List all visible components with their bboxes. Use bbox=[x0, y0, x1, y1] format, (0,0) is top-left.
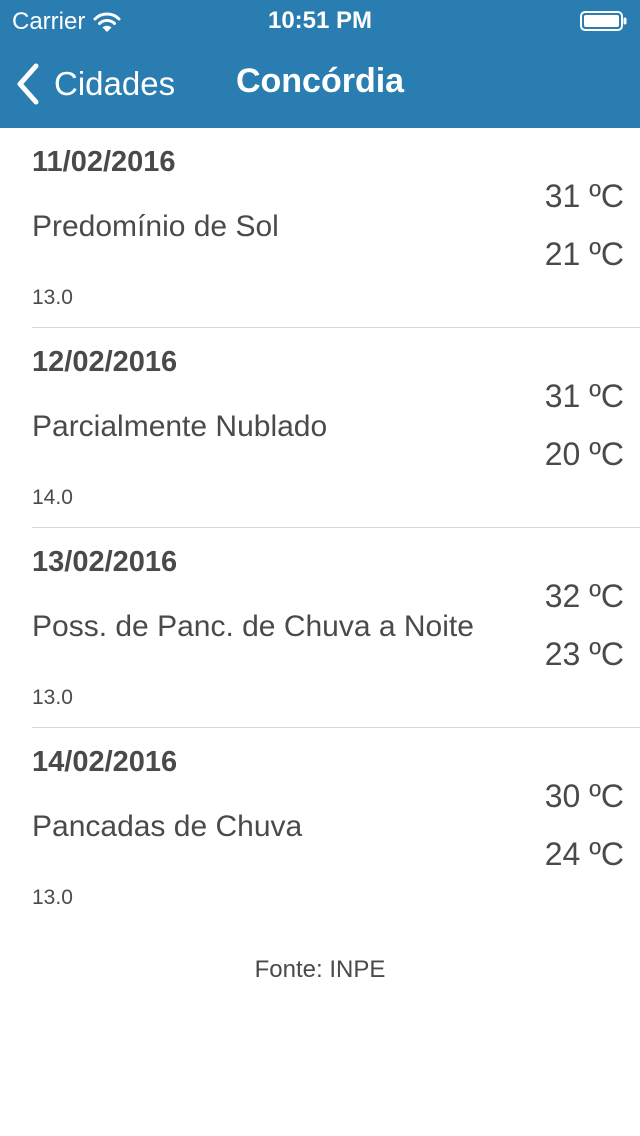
navigation-bar: Cidades Concórdia bbox=[0, 40, 640, 128]
forecast-min-temp: 20 ºC bbox=[544, 436, 624, 472]
forecast-min-temp: 21 ºC bbox=[544, 236, 624, 272]
forecast-list: 11/02/2016 Predomínio de Sol 13.0 31 ºC … bbox=[0, 128, 640, 928]
forecast-max-temp: 32 ºC bbox=[544, 578, 624, 614]
forecast-max-temp: 31 ºC bbox=[544, 378, 624, 414]
header: Carrier 10:51 PM Cidades Concórdia bbox=[0, 0, 640, 128]
forecast-date: 12/02/2016 bbox=[32, 346, 178, 378]
forecast-description: Predomínio de Sol bbox=[32, 210, 279, 243]
source-footer: Fonte: INPE bbox=[254, 956, 386, 983]
page-title: Concórdia bbox=[235, 62, 405, 100]
forecast-max-temp: 31 ºC bbox=[544, 178, 624, 214]
forecast-row[interactable]: 12/02/2016 Parcialmente Nublado 14.0 31 … bbox=[32, 328, 640, 528]
status-bar: Carrier 10:51 PM bbox=[0, 0, 640, 40]
forecast-max-temp: 30 ºC bbox=[544, 778, 624, 814]
forecast-row[interactable]: 14/02/2016 Pancadas de Chuva 13.0 30 ºC … bbox=[32, 728, 640, 928]
forecast-min-temp: 24 ºC bbox=[544, 836, 624, 872]
forecast-date: 11/02/2016 bbox=[32, 146, 176, 178]
forecast-description: Pancadas de Chuva bbox=[32, 810, 303, 843]
forecast-uv-index: 13.0 bbox=[32, 886, 73, 909]
forecast-row[interactable]: 13/02/2016 Poss. de Panc. de Chuva a Noi… bbox=[32, 528, 640, 728]
forecast-uv-index: 13.0 bbox=[32, 286, 73, 309]
forecast-uv-index: 14.0 bbox=[32, 486, 73, 509]
forecast-date: 13/02/2016 bbox=[32, 546, 178, 578]
forecast-description: Parcialmente Nublado bbox=[32, 410, 328, 443]
status-time: 10:51 PM bbox=[267, 7, 373, 34]
forecast-uv-index: 13.0 bbox=[32, 686, 73, 709]
forecast-min-temp: 23 ºC bbox=[544, 636, 624, 672]
forecast-row[interactable]: 11/02/2016 Predomínio de Sol 13.0 31 ºC … bbox=[32, 128, 640, 328]
forecast-date: 14/02/2016 bbox=[32, 746, 178, 778]
battery-icon bbox=[580, 11, 628, 31]
forecast-description: Poss. de Panc. de Chuva a Noite bbox=[32, 610, 474, 643]
